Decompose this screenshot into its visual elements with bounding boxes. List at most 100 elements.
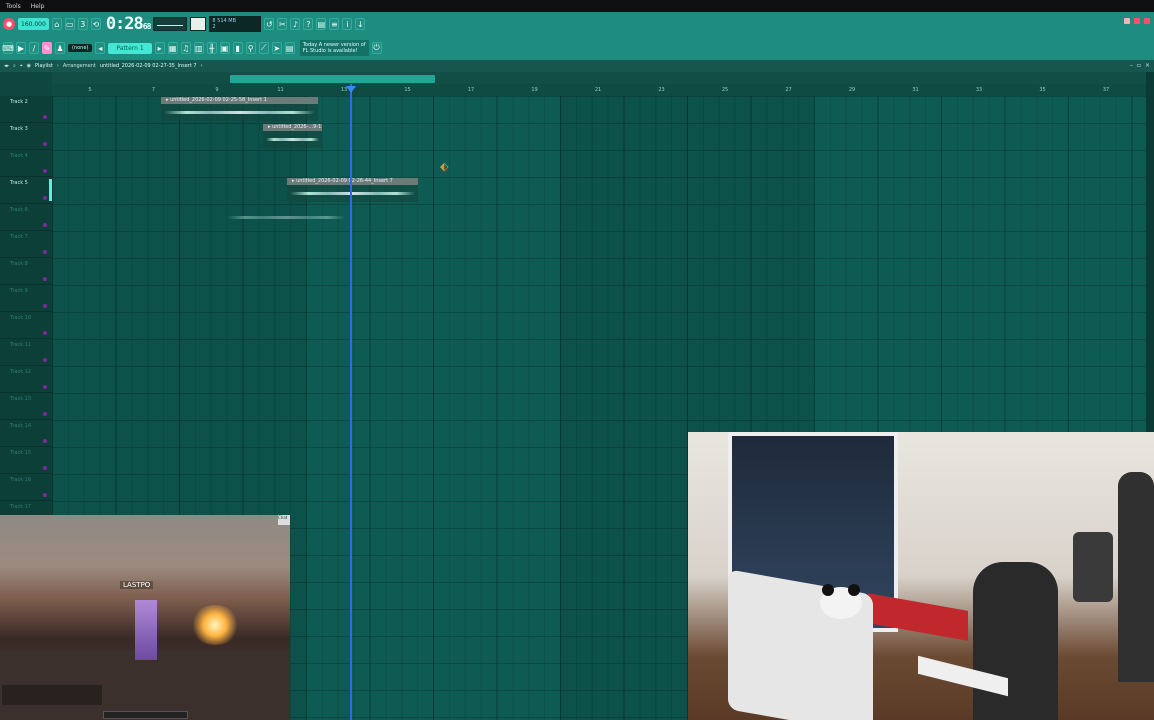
song-time-frac: 68: [142, 22, 152, 31]
track-header[interactable]: Track 12: [0, 366, 52, 393]
track-mute-led[interactable]: [43, 331, 47, 335]
power-icon[interactable]: ⏻: [371, 42, 382, 54]
audio-clip[interactable]: ▸ untitled_2026-02-09 02-26-44_Insert 7: [287, 178, 418, 202]
channel-rack-icon[interactable]: ▥: [193, 42, 204, 54]
loop-icon[interactable]: ◉: [27, 63, 31, 69]
news-icon[interactable]: ▤: [284, 42, 295, 54]
menu-tools[interactable]: Tools: [6, 3, 21, 10]
pattern-selector[interactable]: Pattern 1: [108, 42, 152, 54]
audio-clip[interactable]: ▸ untitled_2026-...9-15_Insert 7: [263, 124, 322, 148]
menu-help[interactable]: Help: [31, 3, 45, 10]
brush-icon[interactable]: /: [29, 42, 39, 54]
track-header[interactable]: Track 4: [0, 150, 52, 177]
track-header[interactable]: Track 7: [0, 231, 52, 258]
download-icon[interactable]: ↓: [355, 18, 366, 30]
record-button[interactable]: ●: [3, 18, 15, 30]
wait-icon[interactable]: ▭: [64, 18, 75, 30]
playlist-restore-icon[interactable]: ▫: [1137, 62, 1141, 69]
save-icon[interactable]: ▤: [316, 18, 327, 30]
track-header[interactable]: Track 5: [0, 177, 52, 204]
track-mute-led[interactable]: [43, 196, 47, 200]
selected-insert-arrow: ›: [200, 63, 203, 69]
pin-icon[interactable]: ⚲: [245, 42, 256, 54]
plugin-db-icon[interactable]: ▮: [232, 42, 243, 54]
webcam-keyboard-instrument: [868, 593, 968, 641]
track-mute-led[interactable]: [43, 385, 47, 389]
snap-icon[interactable]: ⌖: [20, 63, 23, 69]
track-header-top: [0, 72, 52, 96]
track-header[interactable]: Track 15: [0, 447, 52, 474]
track-label: Track 8: [10, 261, 28, 267]
stamp-icon[interactable]: ♟: [55, 42, 65, 54]
track-header[interactable]: Track 3: [0, 123, 52, 150]
plugin-icon[interactable]: ≡: [329, 18, 340, 30]
pattern-add-icon[interactable]: ▸: [154, 42, 165, 54]
keyboard-icon[interactable]: ⌨: [2, 42, 14, 54]
track-mute-led[interactable]: [43, 304, 47, 308]
arrow-icon[interactable]: ◂▸: [4, 63, 9, 69]
track-mute-led[interactable]: [43, 115, 47, 119]
track-label: Track 9: [10, 288, 28, 294]
microphone-icon[interactable]: ♪: [290, 18, 301, 30]
maximize-button[interactable]: [1134, 18, 1140, 24]
news-panel[interactable]: Today A newer version of FL Studio is av…: [299, 40, 369, 56]
piano-roll-icon[interactable]: ♫: [180, 42, 191, 54]
track-header[interactable]: Track 13: [0, 393, 52, 420]
audio-clip[interactable]: ▸ untitled_2026-02-09 02-25-58_Insert 1: [161, 97, 318, 121]
track-header[interactable]: Track 14: [0, 420, 52, 447]
cut-icon[interactable]: ✂: [277, 18, 288, 30]
undo-icon[interactable]: ↺: [264, 18, 275, 30]
track-mute-led[interactable]: [43, 466, 47, 470]
webcam-overlay: [688, 432, 1154, 720]
loop-record-icon[interactable]: ⟲: [90, 18, 101, 30]
track-header[interactable]: Track 16: [0, 474, 52, 501]
track-mute-led[interactable]: [43, 223, 47, 227]
mixer-icon[interactable]: ╫: [206, 42, 217, 54]
track-label: Track 4: [10, 153, 28, 159]
track-mute-led[interactable]: [43, 412, 47, 416]
song-position[interactable]: 0:2868: [106, 14, 152, 34]
track-header[interactable]: Track 11: [0, 339, 52, 366]
playlist-close-icon[interactable]: ×: [1145, 62, 1150, 69]
track-header[interactable]: Track 9: [0, 285, 52, 312]
horizontal-scrollbar[interactable]: [230, 75, 435, 83]
playhead-marker[interactable]: [346, 86, 356, 93]
track-mute-led[interactable]: [43, 142, 47, 146]
track-mute-led[interactable]: [43, 169, 47, 173]
ruler-tick: 15: [404, 87, 411, 93]
metronome-icon[interactable]: ⌂: [51, 18, 62, 30]
track-mute-led[interactable]: [43, 277, 47, 281]
zoom-icon[interactable]: ⌕: [13, 63, 16, 69]
cursor-icon[interactable]: ➤: [271, 42, 282, 54]
track-header[interactable]: Track 10: [0, 312, 52, 339]
help-icon[interactable]: ?: [303, 18, 314, 30]
ruler-tick: 7: [151, 87, 156, 93]
track-mute-led[interactable]: [43, 439, 47, 443]
pattern-prev-icon[interactable]: ◂: [95, 42, 106, 54]
countdown-icon[interactable]: 3: [77, 18, 88, 30]
playlist-icon[interactable]: ▦: [167, 42, 178, 54]
track-header[interactable]: Track 2: [0, 96, 52, 123]
draw-icon[interactable]: ✎: [42, 42, 52, 54]
track-mute-led[interactable]: [43, 358, 47, 362]
snap-selector[interactable]: (none): [68, 44, 93, 52]
tempo-display[interactable]: 160.000: [18, 18, 49, 30]
timeline-ruler[interactable]: 5 7 9 11 13 15 17 19 21 23 25 27 29 31 33 35 37: [52, 84, 1146, 96]
playlist-minimize-icon[interactable]: –: [1130, 62, 1133, 69]
track-header[interactable]: Track 6: [0, 204, 52, 231]
wand-icon[interactable]: ⟋: [258, 42, 269, 54]
track-mute-led[interactable]: [43, 250, 47, 254]
playlist-window-controls: – ▫ ×: [1130, 62, 1150, 69]
info-icon[interactable]: i: [342, 18, 353, 30]
ghost-audio-clip: [224, 205, 348, 229]
track-label: Track 17: [10, 504, 32, 510]
arrangement-label[interactable]: Arrangement: [63, 63, 96, 69]
minimize-button[interactable]: [1124, 18, 1130, 24]
close-button[interactable]: [1144, 18, 1150, 24]
track-mute-led[interactable]: [43, 493, 47, 497]
selected-insert[interactable]: untitled_2026-02-09 02-27-35_Insert 7: [100, 63, 197, 69]
play-arrow-icon[interactable]: ▶: [16, 42, 26, 54]
game-capture-overlay: LASTPO Chat: [0, 515, 290, 720]
track-header[interactable]: Track 8: [0, 258, 52, 285]
browser-icon[interactable]: ▣: [219, 42, 230, 54]
